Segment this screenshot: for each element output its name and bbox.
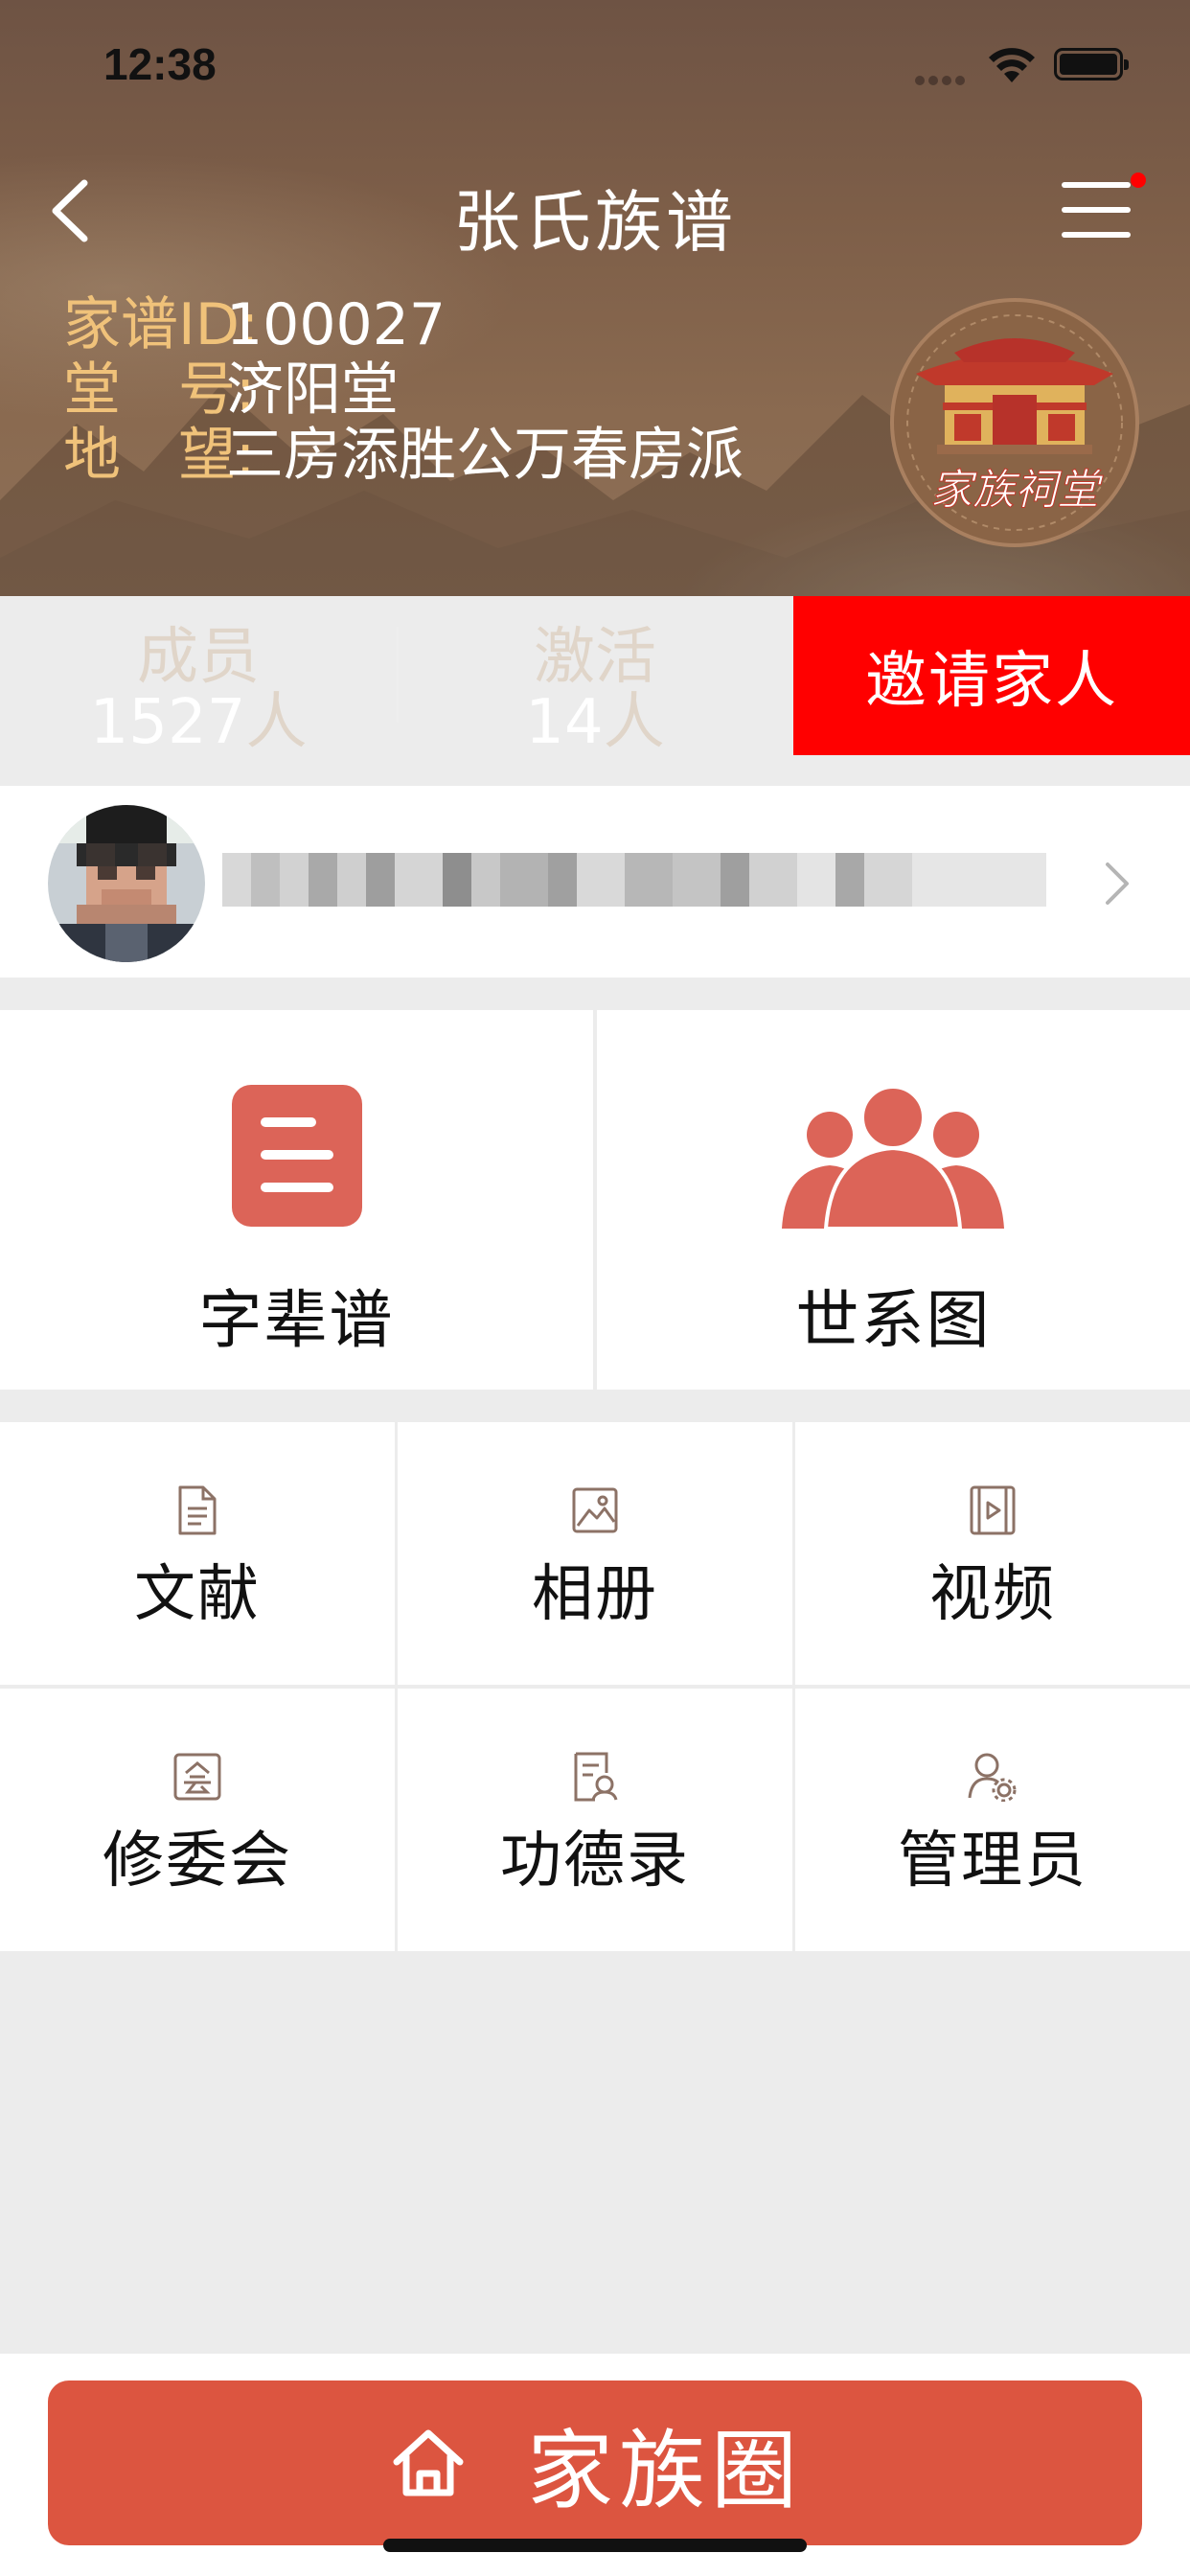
status-bar: 12:38	[0, 0, 1190, 125]
grid-item-label: 修委会	[103, 1826, 292, 1897]
menu-button[interactable]	[1062, 172, 1146, 243]
function-grid: 文献 相册 视频 修委会 功德录 管理员	[0, 1422, 1190, 1951]
grid-item-label: 视频	[929, 1559, 1056, 1630]
active-stat[interactable]: 激活 14人	[397, 596, 793, 758]
origin-row: 地 望:三房添胜公万春房派	[63, 423, 744, 488]
tile-generation-names[interactable]: 字辈谱	[0, 1010, 593, 1390]
avatar	[48, 805, 205, 962]
grid-item-label: 文献	[134, 1559, 261, 1630]
temple-logo-text: 家族祠堂	[930, 466, 1104, 515]
battery-icon	[1054, 48, 1129, 80]
feature-tiles: 字辈谱 世系图	[0, 1010, 1190, 1390]
home-icon	[393, 2429, 464, 2496]
invite-family-button[interactable]: 邀请家人	[793, 596, 1190, 755]
family-circle-button[interactable]: 家族圈	[48, 2380, 1142, 2545]
notification-dot	[1131, 172, 1146, 188]
active-count: 14人	[525, 687, 665, 758]
list-icon	[232, 1085, 362, 1227]
signal-icon	[915, 71, 969, 89]
genealogy-info: 家谱ID:100027 堂 号:济阳堂 地 望:三房添胜公万春房派	[63, 292, 744, 488]
admin-settings-icon	[968, 1753, 1017, 1802]
stats-bar: 成员 1527人 激活 14人 邀请家人	[0, 596, 1190, 758]
tile-label: 世系图	[795, 1283, 992, 1357]
grid-item-administrator[interactable]: 管理员	[795, 1689, 1190, 1951]
committee-icon	[173, 1753, 221, 1801]
people-group-icon	[782, 1085, 1004, 1229]
genealogy-id-value: 100027	[226, 291, 446, 358]
status-time: 12:38	[103, 39, 217, 89]
grid-item-video[interactable]: 视频	[795, 1422, 1190, 1685]
video-icon	[970, 1485, 1016, 1535]
pixelated-avatar-image	[48, 805, 205, 962]
tile-family-tree[interactable]: 世系图	[597, 1010, 1190, 1390]
family-temple-logo[interactable]: 家族祠堂	[887, 295, 1142, 550]
grid-item-label: 管理员	[898, 1826, 1087, 1897]
members-count: 1527人	[89, 687, 308, 758]
merit-record-icon	[574, 1752, 618, 1802]
photo-icon	[572, 1487, 618, 1533]
wifi-icon	[989, 48, 1035, 82]
page-title: 张氏族谱	[453, 183, 737, 262]
document-icon	[178, 1485, 217, 1535]
grid-item-committee[interactable]: 修委会	[0, 1689, 395, 1951]
family-circle-label: 家族圈	[527, 2421, 803, 2521]
grid-item-documents[interactable]: 文献	[0, 1422, 395, 1685]
members-stat[interactable]: 成员 1527人	[0, 596, 397, 758]
tile-label: 字辈谱	[198, 1283, 395, 1357]
grid-item-merit-record[interactable]: 功德录	[398, 1689, 792, 1951]
user-profile-row[interactable]	[0, 786, 1190, 978]
genealogy-id-row: 家谱ID:100027	[63, 292, 744, 357]
hall-name-row: 堂 号:济阳堂	[63, 357, 744, 423]
grid-item-label: 功德录	[500, 1826, 690, 1897]
hall-name-value: 济阳堂	[226, 356, 399, 424]
blurred-user-name	[222, 845, 1046, 918]
origin-value: 三房添胜公万春房派	[226, 422, 744, 489]
home-indicator	[383, 2539, 807, 2552]
grid-item-label: 相册	[532, 1559, 658, 1630]
grid-item-album[interactable]: 相册	[398, 1422, 792, 1685]
chevron-right-icon	[1106, 862, 1129, 905]
menu-icon	[1062, 182, 1131, 188]
header: 12:38 张氏族谱 家谱ID:100027 堂 号:济阳堂 地 望:三房添胜公…	[0, 0, 1190, 596]
